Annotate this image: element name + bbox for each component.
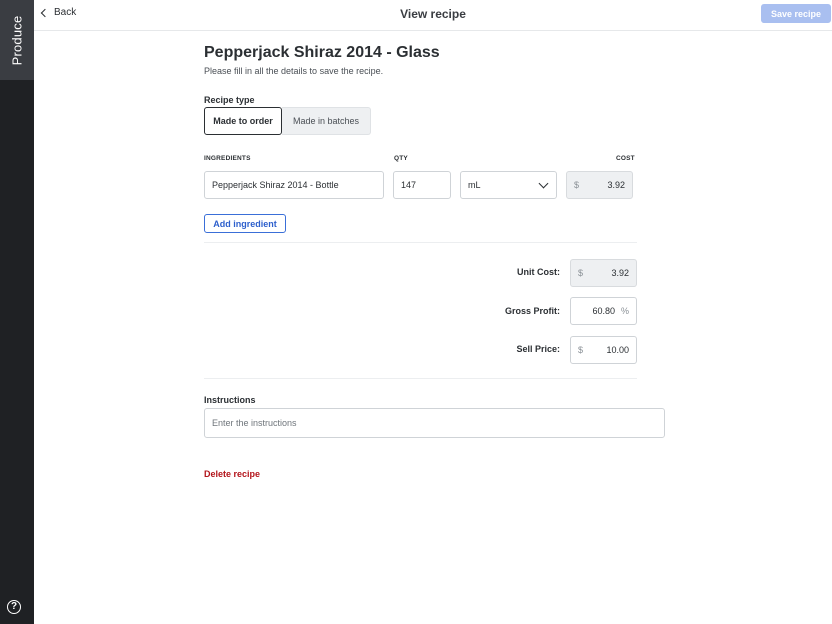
unit-select[interactable]: mL: [460, 171, 557, 199]
unit-cost-value: 3.92: [611, 268, 629, 278]
ingredients-header: INGREDIENTS: [204, 155, 251, 162]
recipe-type-toggle: Made to order Made in batches: [204, 107, 371, 135]
ingredient-cost-value: 3.92: [607, 180, 625, 190]
cost-header: COST: [616, 155, 635, 162]
chevron-down-icon: [538, 178, 549, 188]
divider: [204, 242, 637, 243]
top-bar: Back View recipe Save recipe: [34, 0, 832, 31]
help-icon[interactable]: ?: [7, 600, 21, 614]
delete-recipe-link[interactable]: Delete recipe: [204, 469, 260, 479]
currency-symbol: $: [574, 180, 580, 190]
instructions-placeholder: Enter the instructions: [212, 418, 297, 428]
divider: [204, 378, 637, 379]
made-to-order-option[interactable]: Made to order: [204, 107, 282, 135]
sidebar-section-produce[interactable]: Produce: [0, 0, 34, 80]
recipe-subtitle: Please fill in all the details to save t…: [204, 66, 384, 76]
sell-price-label: Sell Price:: [516, 344, 560, 354]
made-in-batches-option[interactable]: Made in batches: [282, 107, 371, 135]
currency-symbol: $: [578, 268, 584, 278]
instructions-label: Instructions: [204, 395, 256, 405]
ingredient-cost-field: $ 3.92: [566, 171, 633, 199]
sidebar-section-label: Produce: [9, 15, 25, 65]
qty-header: QTY: [394, 155, 408, 162]
ingredient-qty-input[interactable]: 147: [393, 171, 451, 199]
unit-cost-field: $ 3.92: [570, 259, 637, 287]
sidebar: Produce ?: [0, 0, 34, 624]
ingredient-name-value: Pepperjack Shiraz 2014 - Bottle: [212, 180, 339, 190]
add-ingredient-button[interactable]: Add ingredient: [204, 214, 286, 233]
recipe-form: Pepperjack Shiraz 2014 - Glass Please fi…: [204, 44, 674, 479]
page-title: View recipe: [400, 7, 466, 21]
gross-profit-label: Gross Profit:: [504, 306, 560, 316]
instructions-input[interactable]: Enter the instructions: [204, 408, 665, 438]
percent-symbol: %: [620, 306, 629, 316]
currency-symbol: $: [578, 345, 584, 355]
sell-price-value: 10.00: [606, 345, 629, 355]
ingredient-qty-value: 147: [401, 180, 417, 190]
unit-select-value: mL: [468, 180, 481, 190]
recipe-type-label: Recipe type: [204, 95, 255, 105]
recipe-title: Pepperjack Shiraz 2014 - Glass: [204, 44, 440, 61]
save-recipe-button[interactable]: Save recipe: [761, 4, 831, 23]
sell-price-input[interactable]: $ 10.00: [570, 336, 637, 364]
gross-profit-input[interactable]: 60.80 %: [570, 297, 637, 325]
gross-profit-value: 60.80: [592, 306, 615, 316]
ingredient-name-input[interactable]: Pepperjack Shiraz 2014 - Bottle: [204, 171, 384, 199]
unit-cost-label: Unit Cost:: [517, 267, 560, 277]
